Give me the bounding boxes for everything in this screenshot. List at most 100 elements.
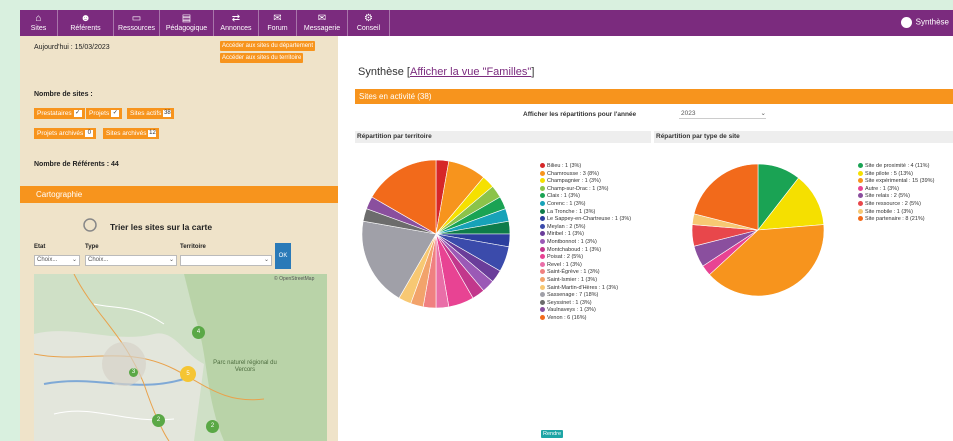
legend-item[interactable]: Venon : 6 (16%) [540,315,631,323]
legend-swatch [858,208,863,214]
legend-item[interactable]: Vaulnaveys : 1 (3%) [540,307,631,315]
year-select[interactable]: 2023 ⌄ [679,108,766,119]
legend-swatch [540,254,545,260]
nav-item-referents[interactable]: ☻ Référents [58,10,114,36]
nav-item-messagerie[interactable]: ✉ Messagerie [297,10,348,36]
legend-swatch [540,299,545,305]
gear-icon: ⚙ [364,13,373,24]
nav-item-pedagogique[interactable]: ▤ Pédagogique [160,10,214,36]
legend-swatch [540,208,545,214]
legend-item[interactable]: Montbonnot : 1 (3%) [540,239,631,247]
main-content: Synthèse [Afficher la vue "Familles"] Si… [338,36,953,441]
chip-projets-archives[interactable]: Projets archivés 0 [34,128,97,139]
legend-item[interactable]: Miribel : 1 (3%) [540,231,631,239]
users-icon: ☻ [80,13,91,24]
referents-count: Nombre de Référents : 44 [34,161,119,168]
legend-swatch [540,314,545,320]
legend-swatch [540,201,545,207]
legend-label: Vaulnaveys : 1 (3%) [547,307,596,314]
chip-sites-actifs[interactable]: Sites actifs 38 [127,108,175,119]
etat-label: Etat [34,244,46,250]
chip-projets[interactable]: Projets ✓ [86,108,123,119]
legend-item[interactable]: Saint-Égrève : 1 (3%) [540,269,631,277]
legend-item[interactable]: Montchaboud : 1 (3%) [540,247,631,255]
chevron-down-icon: ⌄ [760,110,766,117]
legend-swatch [540,284,545,290]
legend-swatch [858,201,863,207]
book-icon: ▤ [181,13,192,24]
legend-item[interactable]: Site expérimental : 15 (39%) [858,178,934,186]
map-attribution: © OpenStreetMap [274,276,315,282]
map-marker[interactable]: 2 [206,420,219,433]
legend-item[interactable]: Champ-sur-Drac : 1 (3%) [540,186,631,194]
nav-item-sites[interactable]: ⌂ Sites [20,10,58,36]
legend-swatch [540,193,545,199]
legend-item[interactable]: Bilieu : 1 (3%) [540,163,631,171]
legend-item[interactable]: La Tronche : 1 (3%) [540,209,631,217]
map-filter-title: Trier les sites sur la carte [110,222,213,232]
app-frame: ⌂ Sites ☻ Référents ▭ Ressources ▤ Pédagogiq… [20,10,953,441]
legend-item[interactable]: Le Sappey-en-Chartreuse : 1 (3%) [540,216,631,224]
nav-item-conseil[interactable]: ⚙ Conseil [348,10,390,36]
legend-swatch [540,231,545,237]
folder-icon: ▭ [131,13,142,24]
territoire-select[interactable]: ⌄ [180,255,272,266]
map-view[interactable]: Parc naturel régional du Vercors © OpenS… [34,274,327,441]
legend-item[interactable]: Claix : 1 (3%) [540,193,631,201]
legend-item[interactable]: Poisat : 2 (5%) [540,254,631,262]
legend-label: Revel : 1 (3%) [547,261,582,268]
legend-item[interactable]: Site partenaire : 8 (21%) [858,216,934,224]
etat-select[interactable]: Choix... ⌄ [34,255,80,266]
arrows-icon: ⇄ [231,13,241,24]
territory-sites-link[interactable]: Accéder aux sites du territoire [220,53,304,63]
legend-label: Sassenage : 7 (18%) [547,292,599,299]
legend-type: Site de proximité : 4 (11%) Site pilote :… [858,163,934,224]
territoire-label: Territoire [180,244,206,250]
legend-swatch [858,178,863,184]
legend-item[interactable]: Site de proximité : 4 (11%) [858,163,934,171]
legend-item[interactable]: Meylan : 2 (5%) [540,224,631,232]
nav-item-ressources[interactable]: ▭ Ressources [114,10,160,36]
legend-item[interactable]: Saint-Martin-d'Hères : 1 (3%) [540,285,631,293]
legend-item[interactable]: Sassenage : 7 (18%) [540,292,631,300]
legend-item[interactable]: Saint-Ismier : 1 (3%) [540,277,631,285]
legend-swatch [858,216,863,222]
legend-item[interactable]: Site mobile : 1 (3%) [858,209,934,217]
pie-icon [900,17,912,28]
chip-prestataires[interactable]: Prestataires ✓ [34,108,85,119]
chevron-down-icon: ⌄ [71,257,77,263]
department-sites-link[interactable]: Accéder aux sites du département [220,41,316,51]
legend-item[interactable]: Champagnier : 1 (3%) [540,178,631,186]
nav-item-annonces[interactable]: ⇄ Annonces [214,10,259,36]
legend-swatch [540,216,545,222]
legend-item[interactable]: Chamrousse : 3 (8%) [540,171,631,179]
legend-swatch [540,307,545,313]
legend-label: Champagnier : 1 (3%) [547,178,601,185]
legend-item[interactable]: Corenc : 1 (3%) [540,201,631,209]
render-button[interactable]: Rendre [541,430,564,438]
legend-item[interactable]: Site pilote : 5 (13%) [858,171,934,179]
legend-item[interactable]: Seyssinet : 1 (3%) [540,300,631,308]
nav-item-forum[interactable]: ✉ Forum [259,10,297,36]
panel-type-title: Répartition par type de site [654,131,953,143]
legend-label: Le Sappey-en-Chartreuse : 1 (3%) [547,216,632,223]
park-label: Parc naturel régional du Vercors [213,360,277,373]
date-text: Aujourd'hui : 15/03/2023 [34,44,110,51]
families-view-link[interactable]: Afficher la vue "Familles" [410,66,531,78]
map-marker[interactable]: 5 [180,366,196,382]
nav-synthese[interactable]: Synthèse [900,17,949,28]
legend-swatch [540,261,545,267]
map-marker[interactable]: 3 [129,368,138,377]
filter-submit-button[interactable]: OK [275,243,291,269]
legend-item[interactable]: Autre : 1 (3%) [858,186,934,194]
legend-label: Poisat : 2 (5%) [547,254,584,261]
type-select[interactable]: Choix... ⌄ [85,255,177,266]
legend-item[interactable]: Site ressource : 2 (5%) [858,201,934,209]
legend-item[interactable]: Site relais : 2 (5%) [858,193,934,201]
chip-sites-archives[interactable]: Sites archivés 12 [103,128,160,139]
map-marker[interactable]: 4 [192,326,205,339]
legend-territoire: Bilieu : 1 (3%) Chamrousse : 3 (8%) Champa… [540,163,631,322]
map-marker[interactable]: 2 [152,414,165,427]
legend-swatch [540,269,545,275]
legend-label: Bilieu : 1 (3%) [547,163,582,169]
